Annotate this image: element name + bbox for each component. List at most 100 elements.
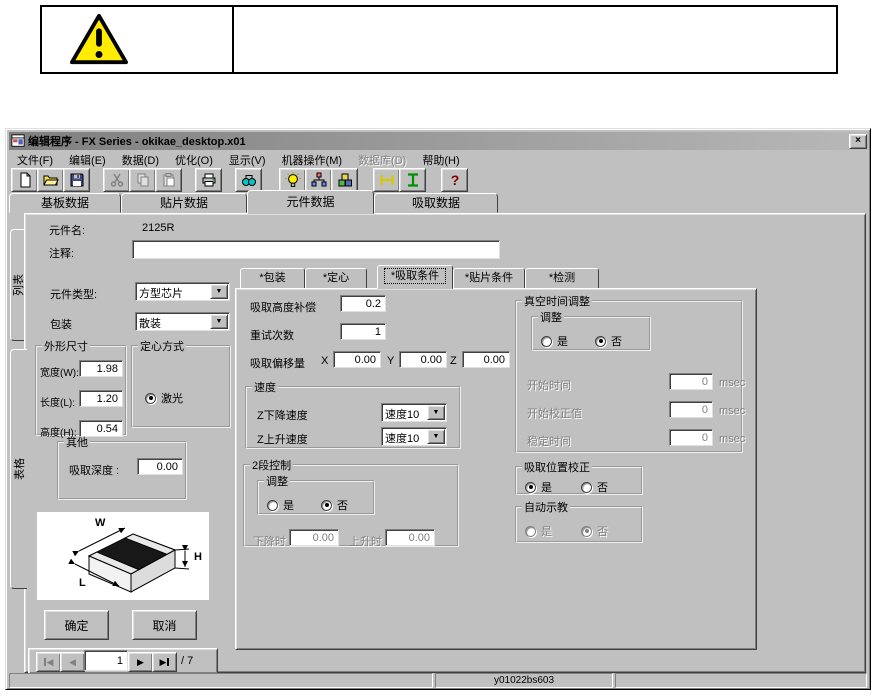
diagram-w-label: W (95, 517, 106, 529)
menu-bar: 文件(F) 编辑(E) 数据(D) 优化(O) 显示(V) 机器操作(M) 数据… (9, 151, 865, 168)
z-up-speed-combobox[interactable]: 速度10 ▼ (381, 427, 447, 446)
auto-teach-group: 自动示教 是 否 (515, 499, 643, 543)
offset-z-input[interactable] (462, 351, 510, 368)
part-name-label: 元件名: (49, 222, 85, 238)
help-icon: ? (447, 172, 463, 188)
centering-title: 定心方式 (138, 338, 186, 354)
warning-text-cell (234, 7, 836, 72)
height-comp-label: 吸取高度补偿 (250, 299, 316, 315)
open-file-button[interactable] (37, 168, 64, 192)
z-down-speed-combobox[interactable]: 速度10 ▼ (381, 403, 447, 422)
chevron-down-icon[interactable]: ▼ (210, 284, 228, 299)
title-bar: 编辑程序 - FX Series - okikae_desktop.x01 × (9, 132, 869, 150)
next-record-button[interactable]: ▶ (128, 652, 153, 672)
centering-group: 定心方式 激光 (131, 338, 231, 428)
hint-button[interactable] (279, 168, 306, 192)
blocks-icon (337, 172, 353, 188)
new-file-icon (17, 172, 33, 188)
vacuum-adjust-yes-radio[interactable]: 是 (541, 333, 568, 349)
subtab-package[interactable]: *包装 (240, 268, 305, 289)
stable-time-label: 稳定时间 (527, 433, 571, 449)
stable-time-input (669, 429, 713, 446)
tab-pickup-data[interactable]: 吸取数据 (374, 193, 498, 213)
subtab-pickup-condition[interactable]: *吸取条件 (377, 265, 453, 289)
chevron-down-icon[interactable]: ▼ (427, 405, 445, 420)
offset-y-input[interactable] (399, 351, 447, 368)
auto-teach-title: 自动示教 (522, 499, 570, 515)
subtab-inspection[interactable]: *检测 (525, 268, 599, 289)
stable-time-unit: msec (719, 433, 745, 445)
paste-button (155, 168, 182, 192)
position-correction-yes-radio[interactable]: 是 (525, 479, 552, 495)
two-stage-adjust-yes-radio[interactable]: 是 (267, 497, 294, 513)
start-correction-unit: msec (719, 405, 745, 417)
find-button[interactable] (235, 168, 262, 192)
retry-count-input[interactable] (340, 323, 386, 340)
two-stage-adjust-group: 调整 是 否 (257, 473, 375, 515)
blocks-button[interactable] (331, 168, 358, 192)
side-tab-table[interactable]: 表格 (10, 349, 27, 589)
z-down-speed-label: Z下降速度 (257, 407, 308, 423)
first-record-button: ◀ (36, 652, 61, 672)
z-up-speed-label: Z上升速度 (257, 431, 308, 447)
two-stage-title: 2段控制 (250, 457, 293, 473)
radio-icon (581, 526, 592, 537)
component-diagram: W H L (37, 512, 209, 600)
print-icon (201, 172, 217, 188)
start-time-label: 开始时间 (527, 377, 571, 393)
last-record-button[interactable]: ▶ (152, 652, 177, 672)
tab-component-data[interactable]: 元件数据 (247, 190, 374, 214)
svg-text:?: ? (450, 172, 459, 188)
chevron-down-icon[interactable]: ▼ (427, 429, 445, 444)
two-stage-adjust-no-radio[interactable]: 否 (321, 497, 348, 513)
paste-clipboard-icon (161, 172, 177, 188)
subtab-placement-condition[interactable]: *贴片条件 (453, 268, 525, 289)
tab-board-data[interactable]: 基板数据 (9, 193, 121, 213)
vacuum-adjust-no-radio[interactable]: 否 (595, 333, 622, 349)
statusbar-left (9, 673, 433, 688)
down-time-input (289, 529, 339, 546)
radio-icon (321, 500, 332, 511)
adjust-title: 调整 (264, 473, 290, 489)
record-pager: ◀ ◀ ▶ ▶ / 7 (28, 648, 218, 674)
toolbar: ? (9, 167, 865, 193)
height-comp-input[interactable] (340, 295, 386, 312)
close-button[interactable]: × (849, 134, 867, 149)
laser-radio[interactable]: 激光 (145, 390, 183, 406)
package-combobox[interactable]: 散装 ▼ (135, 312, 230, 331)
width-marker-button[interactable] (373, 168, 400, 192)
record-number-input[interactable] (84, 650, 128, 671)
subtab-centering[interactable]: *定心 (305, 268, 367, 289)
height-marker-button[interactable] (399, 168, 426, 192)
chevron-down-icon[interactable]: ▼ (210, 314, 228, 329)
side-tab-list[interactable]: 列表 (10, 229, 25, 341)
pickup-depth-input[interactable] (137, 458, 183, 475)
comment-input[interactable] (132, 240, 500, 259)
width-input[interactable] (79, 360, 123, 377)
part-type-combobox[interactable]: 方型芯片 ▼ (135, 282, 230, 301)
offset-x-input[interactable] (333, 351, 381, 368)
length-input[interactable] (79, 390, 123, 407)
position-correction-no-radio[interactable]: 否 (581, 479, 608, 495)
statusbar-middle: y01022bs603 (435, 673, 613, 688)
new-file-button[interactable] (11, 168, 38, 192)
warning-triangle-icon (68, 12, 130, 68)
flowchart-button[interactable] (305, 168, 332, 192)
help-button[interactable]: ? (441, 168, 468, 192)
tab-placement-data[interactable]: 贴片数据 (121, 193, 247, 213)
radio-icon (581, 482, 592, 493)
other-title: 其他 (64, 434, 90, 450)
ok-button[interactable]: 确定 (44, 610, 109, 640)
diagram-h-label: H (194, 551, 202, 563)
record-total-label: / 7 (181, 655, 193, 667)
auto-teach-no-radio: 否 (581, 523, 608, 539)
dimensions-title: 外形尺寸 (42, 338, 90, 354)
cancel-button[interactable]: 取消 (132, 610, 197, 640)
offset-x-label: X (321, 355, 328, 367)
save-button[interactable] (63, 168, 90, 192)
lightbulb-icon (285, 172, 301, 188)
other-group: 其他 吸取深度 : (57, 434, 187, 500)
print-button[interactable] (195, 168, 222, 192)
warning-table (40, 5, 838, 74)
start-time-unit: msec (719, 377, 745, 389)
